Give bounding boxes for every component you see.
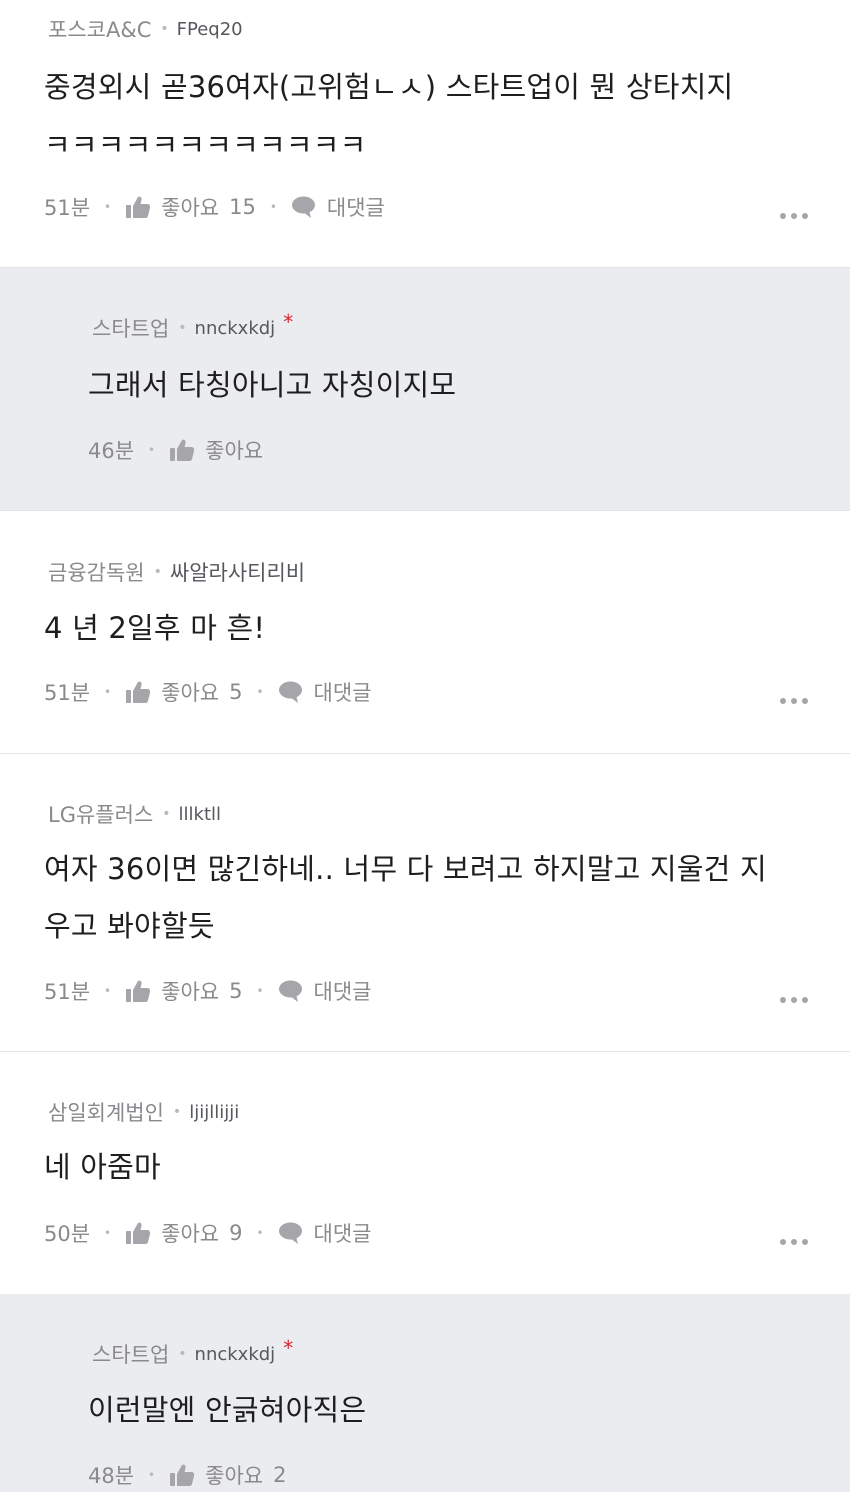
comment-meta: 50분 • 좋아요 9 • 대댓글 — [44, 1218, 372, 1248]
meta-separator: • — [104, 984, 112, 998]
more-dots-icon[interactable] — [780, 997, 808, 1003]
comment-text: 그래서 타칭아니고 자칭이지모 — [88, 358, 456, 412]
meta-separator: • — [269, 200, 277, 214]
speech-bubble-icon[interactable] — [278, 1221, 304, 1245]
thumbs-up-icon[interactable] — [125, 195, 151, 219]
comment-header: 스타트업 • nnckxkdj * — [92, 1336, 294, 1369]
like-button[interactable]: 좋아요 — [161, 1218, 219, 1248]
author-marker: * — [283, 1336, 294, 1360]
author-company[interactable]: 포스코A&C — [48, 14, 151, 44]
author-marker: * — [283, 310, 294, 334]
author-nickname[interactable]: nnckxkdj — [195, 318, 276, 339]
like-button[interactable]: 좋아요 — [161, 976, 219, 1006]
meta-separator: • — [256, 685, 264, 699]
header-separator: • — [160, 21, 169, 37]
header-separator: • — [172, 1104, 182, 1120]
thumbs-up-icon[interactable] — [169, 438, 195, 462]
comment-text-line: 그래서 타칭아니고 자칭이지모 — [88, 368, 457, 402]
comment-meta: 51분 • 좋아요 5 • 대댓글 — [44, 677, 372, 707]
author-company[interactable]: 스타트업 — [92, 313, 169, 343]
comment-text-line: 네 아줌마 — [44, 1150, 161, 1184]
comment-meta: 46분 • 좋아요 — [88, 435, 263, 465]
thumbs-up-icon[interactable] — [125, 1221, 151, 1245]
like-button[interactable]: 좋아요 — [161, 192, 219, 222]
thumbs-up-icon[interactable] — [125, 979, 151, 1003]
speech-bubble-icon[interactable] — [291, 195, 317, 219]
comment-text: 네 아줌마 — [44, 1140, 161, 1194]
comment-text: 여자 36이면 많긴하네.. 너무 다 보려고 하지말고 지울건 지 우고 봐야… — [44, 842, 767, 953]
author-nickname[interactable]: 싸알라사티리비 — [170, 557, 305, 587]
more-dots-icon[interactable] — [780, 698, 808, 704]
author-company[interactable]: 삼일회계법인 — [48, 1097, 164, 1127]
comment-text: 이런말엔 안긁혀아직은 — [88, 1383, 366, 1437]
author-nickname[interactable]: FPeq20 — [177, 19, 243, 40]
comment-time: 51분 — [44, 681, 91, 705]
comment-item: 금융감독원 • 싸알라사티리비 4 년 2일후 마 흔! 51분 • 좋아요 5… — [0, 511, 850, 754]
comment-text-line: 이런말엔 안긁혀아직은 — [88, 1393, 367, 1427]
header-separator: • — [162, 806, 171, 822]
header-separator: • — [178, 320, 187, 336]
comment-header: LG유플러스 • lllktll — [48, 799, 221, 829]
meta-separator: • — [104, 685, 112, 699]
author-nickname[interactable]: nnckxkdj — [195, 1344, 276, 1365]
comment-time: 48분 — [88, 1464, 135, 1488]
comment-text-line: 중경외시 곧36여자(고위험ㄴㅅ) 스타트업이 뭔 상타치지 — [44, 70, 734, 104]
comment-time: 51분 — [44, 196, 91, 220]
header-separator: • — [178, 1346, 187, 1362]
meta-separator: • — [148, 443, 156, 457]
like-count: 15 — [229, 195, 256, 219]
comment-time: 51분 — [44, 980, 91, 1004]
comment-time: 50분 — [44, 1222, 91, 1246]
meta-separator: • — [104, 200, 112, 214]
comment-item: 포스코A&C • FPeq20 중경외시 곧36여자(고위험ㄴㅅ) 스타트업이 … — [0, 0, 850, 268]
more-dots-icon[interactable] — [780, 1239, 808, 1245]
like-button[interactable]: 좋아요 — [205, 1460, 263, 1490]
comment-text-line: 우고 봐야할듯 — [44, 909, 215, 943]
like-count: 9 — [229, 1221, 243, 1245]
like-count: 2 — [273, 1463, 287, 1487]
reply-item: 스타트업 • nnckxkdj * 이런말엔 안긁혀아직은 48분 • 좋아요 … — [0, 1294, 850, 1492]
comment-text-line: 4 년 2일후 마 흔! — [44, 611, 266, 645]
comment-item: LG유플러스 • lllktll 여자 36이면 많긴하네.. 너무 다 보려고… — [0, 754, 850, 1052]
comment-text-line: 여자 36이면 많긴하네.. 너무 다 보려고 하지말고 지울건 지 — [44, 852, 767, 886]
comment-item: 삼일회계법인 • ljijllijji 네 아줌마 50분 • 좋아요 9 • … — [0, 1052, 850, 1294]
comment-header: 포스코A&C • FPeq20 — [48, 14, 243, 44]
reply-button[interactable]: 대댓글 — [314, 1218, 372, 1248]
comment-text: 4 년 2일후 마 흔! — [44, 601, 265, 655]
author-company[interactable]: 금융감독원 — [48, 557, 145, 587]
comment-meta: 51분 • 좋아요 15 • 대댓글 — [44, 192, 385, 222]
meta-separator: • — [256, 1226, 264, 1240]
like-button[interactable]: 좋아요 — [161, 677, 219, 707]
author-nickname[interactable]: ljijllijji — [189, 1102, 239, 1123]
comment-header: 스타트업 • nnckxkdj * — [92, 310, 294, 343]
comment-text: 중경외시 곧36여자(고위험ㄴㅅ) 스타트업이 뭔 상타치지 ㅋㅋㅋㅋㅋㅋㅋㅋㅋ… — [44, 60, 733, 172]
author-nickname[interactable]: lllktll — [179, 804, 222, 825]
author-company[interactable]: 스타트업 — [92, 1339, 169, 1369]
comment-meta: 48분 • 좋아요 2 — [88, 1460, 286, 1490]
like-button[interactable]: 좋아요 — [205, 435, 263, 465]
meta-separator: • — [104, 1226, 112, 1240]
like-count: 5 — [229, 680, 243, 704]
speech-bubble-icon[interactable] — [278, 680, 304, 704]
thumbs-up-icon[interactable] — [169, 1463, 195, 1487]
thumbs-up-icon[interactable] — [125, 680, 151, 704]
speech-bubble-icon[interactable] — [278, 979, 304, 1003]
comment-header: 삼일회계법인 • ljijllijji — [48, 1097, 239, 1127]
author-company[interactable]: LG유플러스 — [48, 799, 153, 829]
reply-button[interactable]: 대댓글 — [314, 976, 372, 1006]
comment-meta: 51분 • 좋아요 5 • 대댓글 — [44, 976, 372, 1006]
meta-separator: • — [148, 1468, 156, 1482]
header-separator: • — [153, 564, 162, 580]
reply-button[interactable]: 대댓글 — [327, 192, 385, 222]
reply-button[interactable]: 대댓글 — [314, 677, 372, 707]
comment-time: 46분 — [88, 439, 135, 463]
like-count: 5 — [229, 979, 243, 1003]
comment-text-line: ㅋㅋㅋㅋㅋㅋㅋㅋㅋㅋㅋㅋ — [44, 128, 367, 162]
more-dots-icon[interactable] — [780, 213, 808, 219]
comment-header: 금융감독원 • 싸알라사티리비 — [48, 557, 305, 587]
meta-separator: • — [256, 984, 264, 998]
reply-item: 스타트업 • nnckxkdj * 그래서 타칭아니고 자칭이지모 46분 • … — [0, 268, 850, 511]
